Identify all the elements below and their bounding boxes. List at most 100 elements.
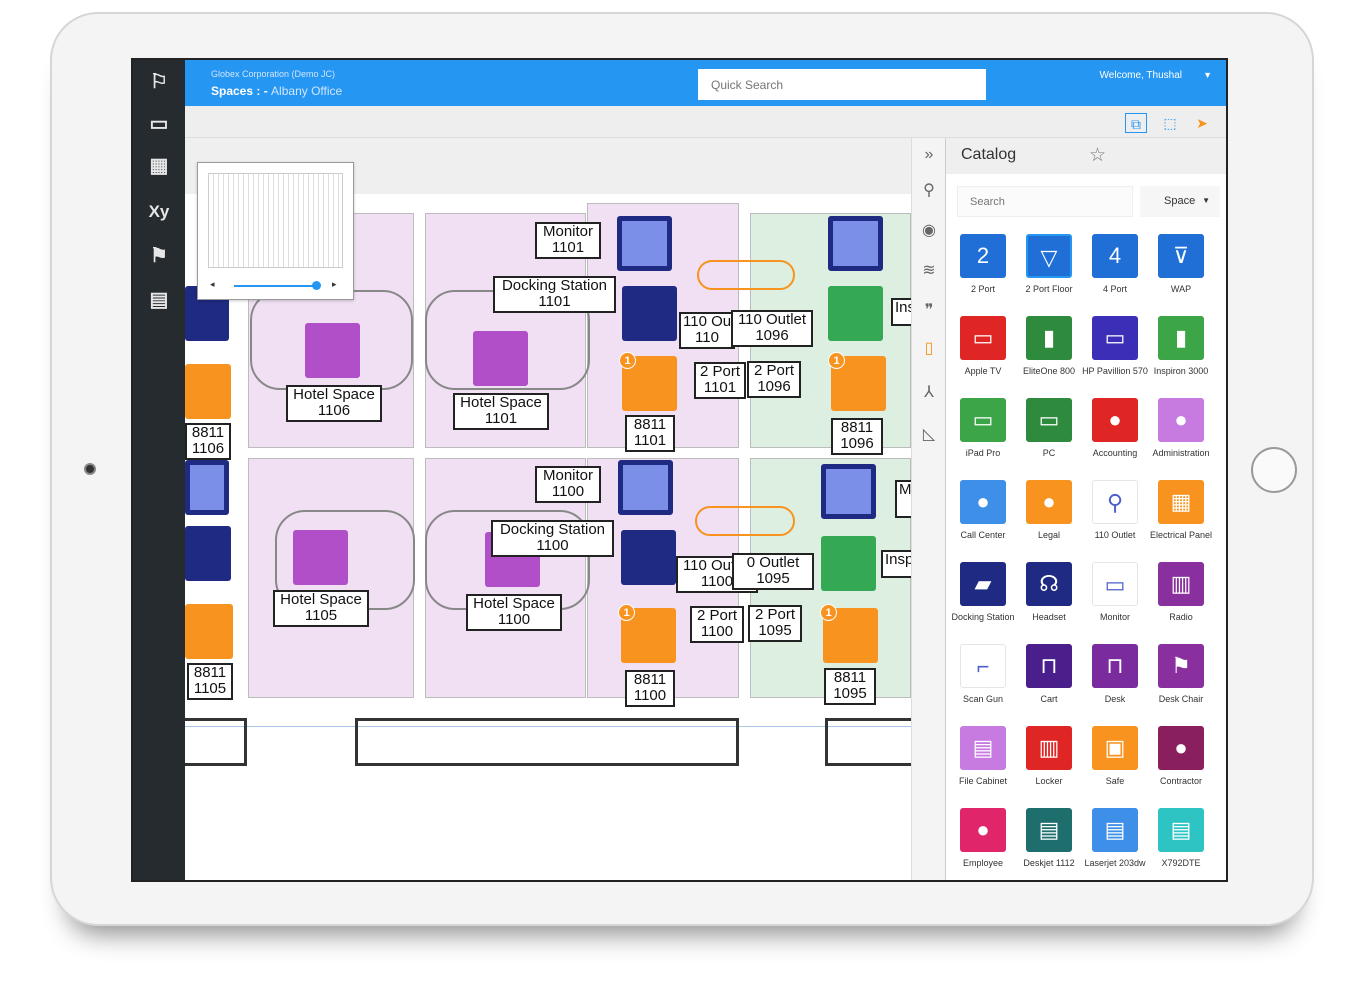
tablet-home-button[interactable] xyxy=(1251,447,1297,493)
xy-icon[interactable]: Xy xyxy=(143,196,175,228)
label-outlet-110[interactable]: 110 Ou 110 xyxy=(679,312,735,349)
outlet-symbol-icon[interactable] xyxy=(697,260,795,290)
fit-view-icon[interactable]: ⧉ xyxy=(1125,113,1147,133)
docking-station-icon[interactable] xyxy=(621,530,676,585)
catalog-item[interactable]: 2 2 Port xyxy=(950,234,1016,314)
catalog-item[interactable]: ● Accounting xyxy=(1082,398,1148,478)
user-menu-chevron-icon[interactable]: ▼ xyxy=(1203,70,1212,80)
zoom-slider[interactable] xyxy=(234,285,320,287)
catalog-item[interactable]: ▭ Apple TV xyxy=(950,316,1016,396)
label-hotel-1101[interactable]: Hotel Space 1101 xyxy=(453,393,549,430)
catalog-item[interactable]: ⚑ Desk Chair xyxy=(1148,644,1214,724)
catalog-item[interactable]: ▭ iPad Pro xyxy=(950,398,1016,478)
phone-icon[interactable] xyxy=(185,364,231,419)
monitor-icon[interactable] xyxy=(617,216,672,271)
hotel-space-icon[interactable] xyxy=(293,530,348,585)
zoom-slider-handle[interactable] xyxy=(312,281,321,290)
hotel-space-icon[interactable] xyxy=(473,331,528,386)
catalog-item[interactable]: ☊ Headset xyxy=(1016,562,1082,642)
catalog-item[interactable]: ⚲ 110 Outlet xyxy=(1082,480,1148,560)
favorite-star-icon[interactable]: ☆ xyxy=(1089,144,1106,167)
label-phone-1106[interactable]: 8811 1106 xyxy=(185,423,231,460)
floor-plan-canvas[interactable]: 1 1 1 1 Monitor 1101 Docking Station 1101 … xyxy=(185,138,911,880)
label-phone-1095[interactable]: 8811 1095 xyxy=(824,668,876,705)
label-monitor-1101[interactable]: Monitor 1101 xyxy=(535,222,601,259)
label-phone-1100[interactable]: 8811 1100 xyxy=(625,670,675,707)
document-icon[interactable]: ▤ xyxy=(143,284,175,316)
catalog-item[interactable]: ▦ Electrical Panel xyxy=(1148,480,1214,560)
catalog-search-input[interactable] xyxy=(957,186,1133,217)
grid-icon[interactable]: ▦ xyxy=(143,150,175,182)
select-area-icon[interactable]: ⬚ xyxy=(1159,113,1181,133)
label-docking-1101[interactable]: Docking Station 1101 xyxy=(493,276,616,313)
catalog-item[interactable]: ▤ X792DTE xyxy=(1148,808,1214,880)
catalog-item[interactable]: ● Administration xyxy=(1148,398,1214,478)
label-outlet-1096[interactable]: 110 Outlet 1096 xyxy=(731,310,813,347)
monitor-icon[interactable] xyxy=(821,464,876,519)
catalog-item[interactable]: ● Legal xyxy=(1016,480,1082,560)
catalog-item[interactable]: ▣ Safe xyxy=(1082,726,1148,806)
catalog-item[interactable]: 4 4 Port xyxy=(1082,234,1148,314)
layers-icon[interactable]: ≋ xyxy=(918,260,940,282)
label-2port-1096[interactable]: 2 Port 1096 xyxy=(747,361,801,398)
catalog-item[interactable]: ⌐ Scan Gun xyxy=(950,644,1016,724)
catalog-item[interactable]: ⊓ Desk xyxy=(1082,644,1148,724)
location-name[interactable]: Albany Office xyxy=(271,84,342,98)
catalog-item[interactable]: ● Contractor xyxy=(1148,726,1214,806)
monitor-icon[interactable] xyxy=(828,216,883,271)
pointer-icon[interactable]: ➤ xyxy=(1191,113,1213,133)
catalog-item[interactable]: ▭ PC xyxy=(1016,398,1082,478)
book-icon[interactable]: ▯ xyxy=(918,338,940,360)
catalog-item[interactable]: ▥ Locker xyxy=(1016,726,1082,806)
label-2port-1101[interactable]: 2 Port 1101 xyxy=(694,362,746,399)
label-hotel-1106[interactable]: Hotel Space 1106 xyxy=(286,385,382,422)
catalog-item[interactable]: ▥ Radio xyxy=(1148,562,1214,642)
label-hotel-1105[interactable]: Hotel Space 1105 xyxy=(273,590,369,627)
minimap-preview[interactable] xyxy=(208,173,343,268)
ruler-icon[interactable]: ◺ xyxy=(918,424,940,446)
quick-search-input[interactable] xyxy=(698,69,986,100)
minimap-right-arrow-icon[interactable]: ▸ xyxy=(332,279,337,290)
zoom-search-icon[interactable]: ⚲ xyxy=(918,180,940,202)
catalog-item[interactable]: ▰ Docking Station xyxy=(950,562,1016,642)
catalog-item[interactable]: ▤ File Cabinet xyxy=(950,726,1016,806)
eye-icon[interactable]: ◉ xyxy=(918,220,940,242)
outlet-symbol-icon[interactable] xyxy=(695,506,795,536)
label-monitor-1100[interactable]: Monitor 1100 xyxy=(535,466,601,503)
monitor-icon[interactable] xyxy=(618,460,673,515)
catalog-item[interactable]: ⊽ WAP xyxy=(1148,234,1214,314)
collapse-panel-icon[interactable]: » xyxy=(918,144,940,166)
label-inspiron-cut[interactable]: Ins xyxy=(891,298,911,326)
connector-icon[interactable]: ⅄ xyxy=(918,382,940,404)
label-inspiron-cut[interactable]: Insp xyxy=(881,550,911,578)
hotel-space-icon[interactable] xyxy=(305,323,360,378)
catalog-item[interactable]: ▽ 2 Port Floor xyxy=(1016,234,1082,314)
minimap[interactable]: ◂ ▸ xyxy=(197,162,354,300)
catalog-item[interactable]: ● Employee xyxy=(950,808,1016,880)
folder-icon[interactable]: ▭ xyxy=(143,108,175,140)
catalog-item[interactable]: ● Call Center xyxy=(950,480,1016,560)
docking-station-icon[interactable] xyxy=(622,286,677,341)
catalog-item[interactable]: ▤ Laserjet 203dw xyxy=(1082,808,1148,880)
label-outlet-1095[interactable]: 0 Outlet 1095 xyxy=(732,553,814,590)
catalog-item[interactable]: ▤ Deskjet 1112 xyxy=(1016,808,1082,880)
catalog-item[interactable]: ▭ Monitor xyxy=(1082,562,1148,642)
monitor-icon[interactable] xyxy=(185,460,229,515)
docking-station-icon[interactable] xyxy=(185,526,231,581)
flag-icon[interactable]: ⚑ xyxy=(143,240,175,272)
tower-pc-icon[interactable] xyxy=(821,536,876,591)
label-monitor-cut[interactable]: M xyxy=(895,480,911,518)
label-phone-1105[interactable]: 8811 1105 xyxy=(187,663,233,700)
runner-logo-icon[interactable]: ⚐ xyxy=(143,66,175,98)
catalog-item[interactable]: ▮ EliteOne 800 xyxy=(1016,316,1082,396)
tower-pc-icon[interactable] xyxy=(828,286,883,341)
label-2port-1095[interactable]: 2 Port 1095 xyxy=(748,605,802,642)
catalog-item[interactable]: ▭ HP Pavillion 570 xyxy=(1082,316,1148,396)
label-2port-1100[interactable]: 2 Port 1100 xyxy=(690,606,744,643)
phone-icon[interactable] xyxy=(185,604,233,659)
label-hotel-1100[interactable]: Hotel Space 1100 xyxy=(466,594,562,631)
catalog-item[interactable]: ⊓ Cart xyxy=(1016,644,1082,724)
label-docking-1100[interactable]: Docking Station 1100 xyxy=(491,520,614,557)
catalog-item[interactable]: ▮ Inspiron 3000 xyxy=(1148,316,1214,396)
label-phone-1096[interactable]: 8811 1096 xyxy=(831,418,883,455)
